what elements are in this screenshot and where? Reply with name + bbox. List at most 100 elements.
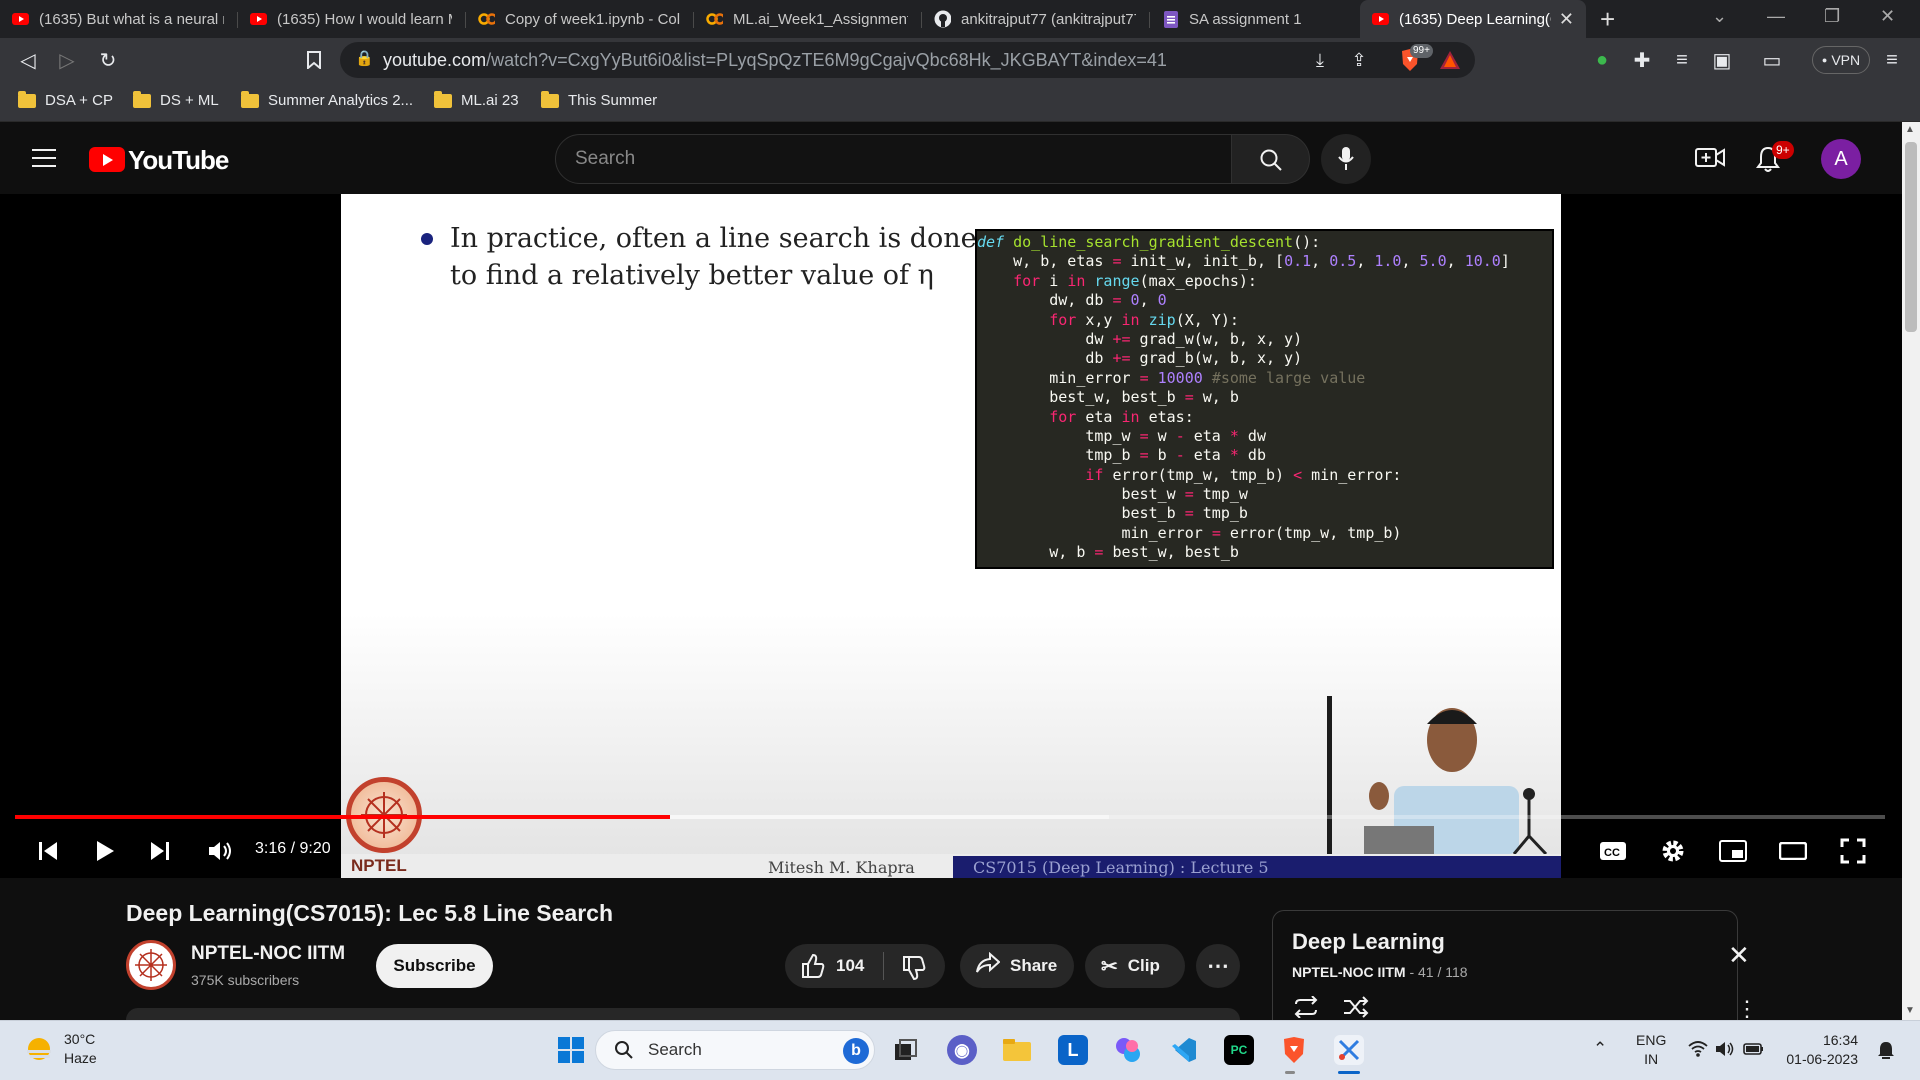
brave-rewards-icon[interactable] bbox=[1438, 48, 1462, 72]
taskbar-search-input[interactable] bbox=[595, 1030, 875, 1070]
snipping-tool-icon[interactable] bbox=[1334, 1035, 1364, 1065]
notification-center-icon[interactable] bbox=[1877, 1040, 1895, 1065]
playlist-title[interactable]: Deep Learning bbox=[1292, 929, 1445, 955]
windows-start-icon[interactable] bbox=[556, 1035, 586, 1065]
weather-widget[interactable]: 30°C Haze bbox=[64, 1030, 97, 1068]
search-button[interactable] bbox=[1231, 134, 1310, 184]
minimize-icon[interactable]: — bbox=[1767, 6, 1785, 27]
new-tab-icon[interactable]: + bbox=[1600, 4, 1615, 35]
account-avatar[interactable]: A bbox=[1821, 139, 1861, 179]
clock[interactable]: 16:34 01-06-2023 bbox=[1782, 1031, 1858, 1069]
scrollbar-thumb[interactable] bbox=[1905, 142, 1917, 332]
bing-icon[interactable]: b bbox=[843, 1038, 869, 1064]
browser-tab[interactable]: SA assignment 1 bbox=[1150, 0, 1356, 38]
menu-icon[interactable]: ≡ bbox=[1880, 48, 1904, 72]
install-icon[interactable]: ⤓ bbox=[1308, 48, 1332, 72]
clip-button[interactable]: ✂ Clip bbox=[1085, 944, 1185, 988]
extensions-icon[interactable]: ✚ bbox=[1630, 48, 1654, 72]
scroll-up-icon[interactable]: ▲ bbox=[1905, 124, 1915, 135]
like-count[interactable]: 104 bbox=[836, 956, 864, 976]
hamburger-menu-icon[interactable] bbox=[32, 149, 56, 167]
restore-icon[interactable]: ❐ bbox=[1824, 6, 1840, 27]
battery-icon[interactable] bbox=[1743, 1040, 1765, 1063]
wallet-icon[interactable]: ▭ bbox=[1760, 48, 1784, 72]
bookmark-folder[interactable]: This Summer bbox=[541, 90, 657, 109]
url-text[interactable]: youtube.com/watch?v=CxgYyBut6i0&list=PLy… bbox=[383, 50, 1167, 71]
vpn-dot-icon: ● bbox=[1821, 55, 1828, 65]
show-hidden-icons-chevron-icon[interactable]: ⌃ bbox=[1593, 1039, 1607, 1059]
vpn-button[interactable]: ● VPN bbox=[1812, 46, 1870, 74]
channel-name[interactable]: NPTEL-NOC IITM bbox=[191, 943, 345, 965]
subtitles-icon[interactable]: CC bbox=[1598, 836, 1628, 866]
next-icon[interactable] bbox=[145, 836, 175, 866]
search-input[interactable] bbox=[555, 134, 1232, 184]
folder-icon bbox=[541, 90, 559, 108]
youtube-logo-text[interactable]: YouTube bbox=[128, 145, 229, 176]
like-icon[interactable] bbox=[800, 953, 826, 984]
voice-search-button[interactable] bbox=[1321, 134, 1371, 184]
folder-icon bbox=[241, 90, 259, 108]
wifi-icon[interactable] bbox=[1688, 1040, 1708, 1063]
bookmark-folder[interactable]: Summer Analytics 2... bbox=[241, 90, 414, 109]
file-explorer-icon[interactable] bbox=[1002, 1035, 1032, 1065]
share-icon[interactable]: ⇪ bbox=[1347, 48, 1371, 72]
browser-tab-active[interactable]: (1635) Deep Learning(C ✕ bbox=[1360, 0, 1586, 38]
tab-search-icon[interactable]: ⌄ bbox=[1712, 6, 1727, 27]
more-actions-button[interactable]: ⋯ bbox=[1196, 944, 1240, 988]
volume-icon[interactable] bbox=[205, 836, 235, 866]
create-video-icon[interactable] bbox=[1695, 146, 1725, 175]
sidebar-icon[interactable]: ▣ bbox=[1710, 48, 1734, 72]
close-tab-icon[interactable]: ✕ bbox=[1559, 9, 1574, 30]
share-button[interactable]: Share bbox=[960, 944, 1074, 988]
scroll-down-icon[interactable]: ▼ bbox=[1905, 1005, 1915, 1016]
bookmark-folder[interactable]: DSA + CP bbox=[18, 90, 113, 109]
wallet-extension-icon[interactable]: ● bbox=[1590, 48, 1614, 72]
browser-tab[interactable]: (1635) How I would learn M bbox=[238, 0, 464, 38]
pycharm-icon[interactable]: PC bbox=[1224, 1035, 1254, 1065]
weather-icon[interactable] bbox=[24, 1034, 54, 1069]
teams-chat-icon[interactable]: ◉ bbox=[947, 1035, 977, 1065]
playlist-icon[interactable]: ≡ bbox=[1670, 48, 1694, 72]
more-vertical-icon[interactable]: ⋮ bbox=[1736, 996, 1758, 1022]
vscode-icon[interactable] bbox=[1168, 1035, 1198, 1065]
code-line: if error(tmp_w, tmp_b) < min_error: bbox=[1085, 465, 1402, 484]
code-block: def do_line_search_gradient_descent(): w… bbox=[975, 229, 1554, 569]
slide-text-line: In practice, often a line search is done bbox=[450, 223, 977, 254]
bookmark-icon[interactable] bbox=[302, 48, 326, 72]
app-l-icon[interactable]: L bbox=[1058, 1035, 1088, 1065]
reload-icon[interactable]: ↻ bbox=[96, 48, 120, 72]
lecturer-figure bbox=[1324, 696, 1561, 856]
play-icon[interactable] bbox=[90, 836, 120, 866]
bookmark-label: Summer Analytics 2... bbox=[268, 92, 414, 109]
close-window-icon[interactable]: ✕ bbox=[1880, 6, 1895, 27]
miniplayer-icon[interactable] bbox=[1718, 836, 1748, 866]
shuffle-icon[interactable] bbox=[1342, 996, 1370, 1023]
bookmark-folder[interactable]: ML.ai 23 bbox=[434, 90, 519, 109]
fullscreen-icon[interactable] bbox=[1838, 836, 1868, 866]
forward-icon[interactable]: ▷ bbox=[55, 48, 79, 72]
channel-avatar[interactable] bbox=[126, 940, 176, 990]
browser-tab[interactable]: ankitrajput77 (ankitrajput77 bbox=[922, 0, 1148, 38]
subscribe-button[interactable]: Subscribe bbox=[376, 944, 493, 988]
dislike-icon[interactable] bbox=[901, 955, 927, 986]
code-line: best_w = tmp_w bbox=[977, 485, 1248, 504]
playlist-channel[interactable]: NPTEL-NOC IITM bbox=[1292, 964, 1406, 980]
previous-icon[interactable] bbox=[33, 836, 63, 866]
browser-tab[interactable]: ML.ai_Week1_Assignment_I bbox=[694, 0, 920, 38]
speaker-icon[interactable] bbox=[1715, 1040, 1735, 1063]
browser-tab[interactable]: (1635) But what is a neural n bbox=[0, 0, 236, 38]
bookmark-folder[interactable]: DS + ML bbox=[133, 90, 219, 109]
back-icon[interactable]: ◁ bbox=[16, 48, 40, 72]
copilot-icon[interactable] bbox=[1113, 1035, 1143, 1065]
close-playlist-icon[interactable]: ✕ bbox=[1728, 940, 1750, 971]
theater-mode-icon[interactable] bbox=[1778, 836, 1808, 866]
brave-browser-icon[interactable] bbox=[1279, 1035, 1309, 1065]
youtube-logo-icon[interactable] bbox=[89, 147, 125, 172]
browser-tab[interactable]: Copy of week1.ipynb - Cola bbox=[466, 0, 692, 38]
description-box[interactable] bbox=[126, 1008, 1240, 1020]
task-view-icon[interactable] bbox=[891, 1035, 921, 1065]
settings-gear-icon[interactable] bbox=[1658, 836, 1688, 866]
youtube-icon bbox=[250, 11, 267, 28]
language-indicator[interactable]: ENG IN bbox=[1636, 1031, 1666, 1069]
loop-icon[interactable] bbox=[1292, 995, 1320, 1023]
